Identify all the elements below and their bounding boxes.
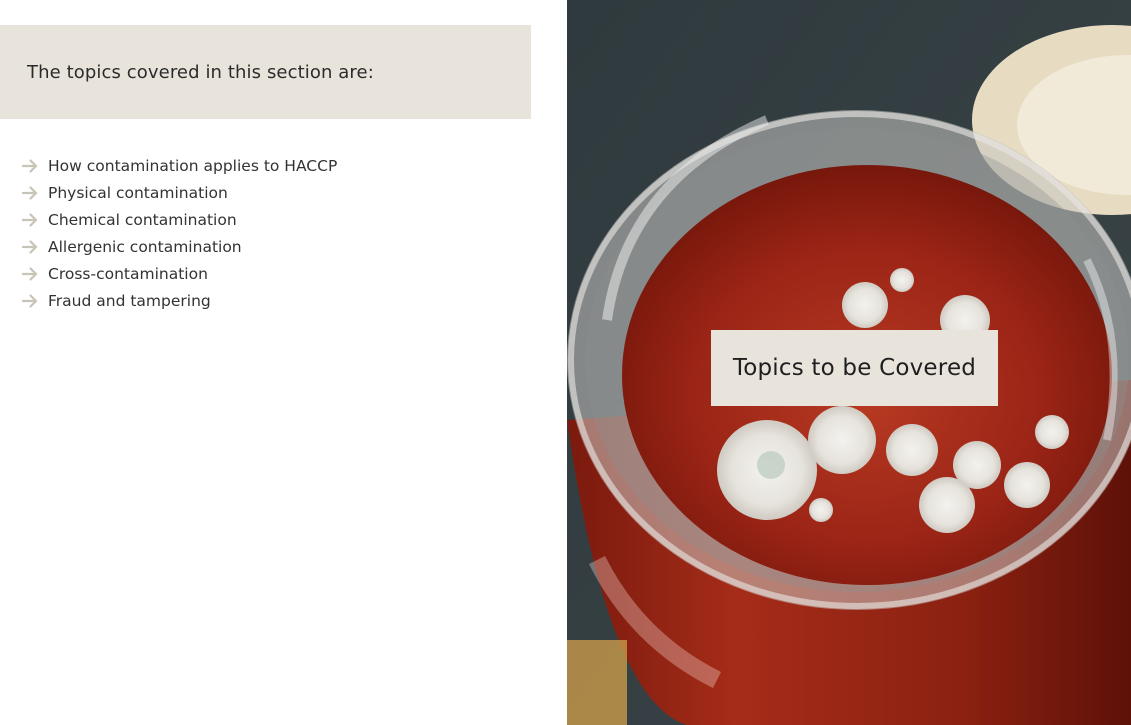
intro-text: The topics covered in this section are: <box>27 61 374 83</box>
topics-title: Topics to be Covered <box>732 355 977 381</box>
topic-label: Fraud and tampering <box>48 291 211 310</box>
list-item: How contamination applies to HACCP <box>22 152 337 179</box>
arrow-right-icon <box>22 185 40 200</box>
arrow-right-icon <box>22 158 40 173</box>
list-item: Fraud and tampering <box>22 287 337 314</box>
topic-list: How contamination applies to HACCP Physi… <box>22 152 337 314</box>
topic-label: Cross-contamination <box>48 264 208 283</box>
topic-label: Allergenic contamination <box>48 237 242 256</box>
intro-banner: The topics covered in this section are: <box>0 25 531 119</box>
image-panel: Topics to be Covered <box>567 0 1131 725</box>
list-item: Physical contamination <box>22 179 337 206</box>
list-item: Allergenic contamination <box>22 233 337 260</box>
topic-label: Physical contamination <box>48 183 228 202</box>
arrow-right-icon <box>22 266 40 281</box>
topic-label: Chemical contamination <box>48 210 237 229</box>
topic-label: How contamination applies to HACCP <box>48 156 338 175</box>
content-panel: The topics covered in this section are: … <box>0 0 567 725</box>
arrow-right-icon <box>22 293 40 308</box>
arrow-right-icon <box>22 212 40 227</box>
arrow-right-icon <box>22 239 40 254</box>
list-item: Chemical contamination <box>22 206 337 233</box>
lesson-page: The topics covered in this section are: … <box>0 0 1131 725</box>
topics-title-card: Topics to be Covered <box>711 330 998 406</box>
list-item: Cross-contamination <box>22 260 337 287</box>
